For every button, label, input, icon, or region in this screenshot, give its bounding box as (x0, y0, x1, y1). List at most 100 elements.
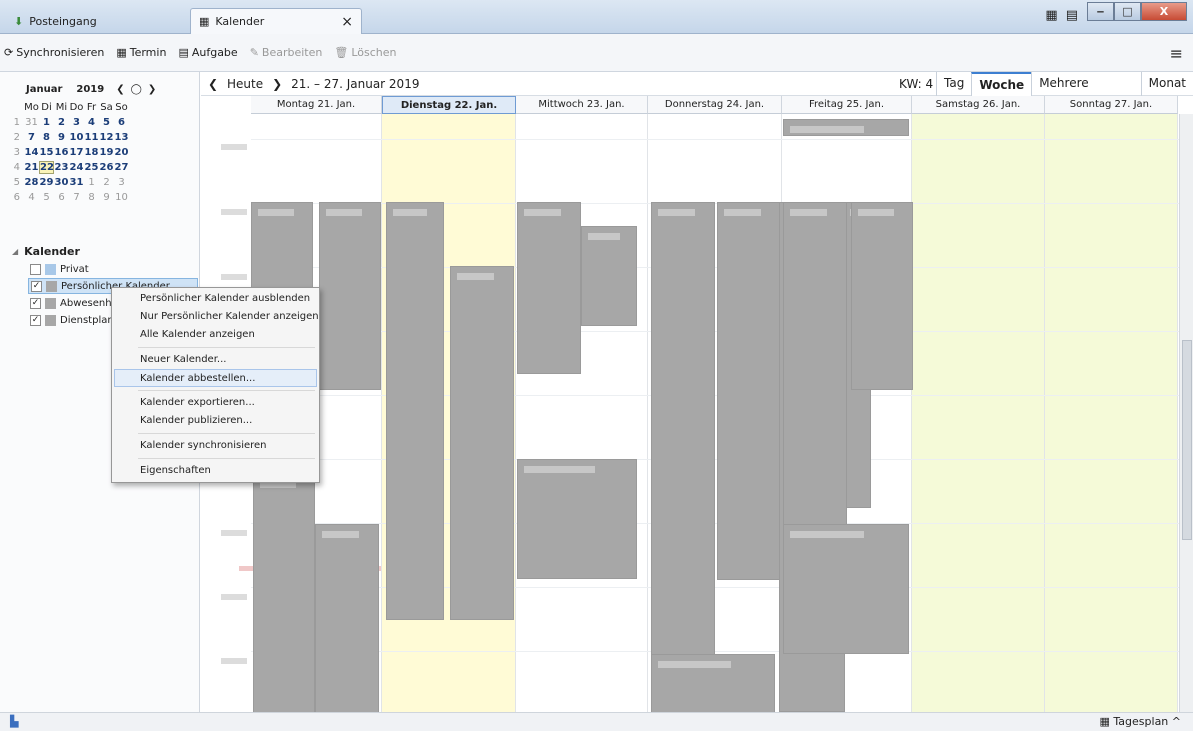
day-header[interactable]: Freitag 25. Jan. (782, 96, 912, 114)
calendar-event[interactable] (319, 202, 381, 390)
context-menu-item[interactable]: Alle Kalender anzeigen (112, 326, 319, 344)
edit-button[interactable]: ✎ Bearbeiten (250, 46, 323, 59)
calendar-event[interactable] (717, 202, 781, 580)
mini-month-day[interactable]: 17 (69, 147, 84, 158)
mini-month-day[interactable]: 22 (39, 161, 54, 174)
mini-month-day[interactable]: 1 (39, 117, 54, 128)
maximize-button[interactable]: □ (1114, 2, 1141, 21)
mini-month-day[interactable]: 5 (39, 192, 54, 203)
calendar-event[interactable] (783, 524, 909, 654)
mini-month-day[interactable]: 12 (99, 132, 114, 143)
today-button[interactable]: Heute (227, 77, 263, 91)
view-tab[interactable]: Tag (936, 72, 971, 96)
day-header[interactable]: Mittwoch 23. Jan. (516, 96, 648, 114)
calendar-checkbox[interactable] (30, 263, 41, 275)
mini-month-day[interactable]: 16 (54, 147, 69, 158)
mini-month-day[interactable]: 7 (69, 192, 84, 203)
context-menu-item[interactable]: Eigenschaften (112, 462, 319, 480)
next-month-icon[interactable]: ❯ (148, 84, 156, 95)
mini-month-day[interactable]: 5 (99, 117, 114, 128)
mini-month-day[interactable]: 19 (99, 147, 114, 158)
day-header[interactable]: Sonntag 27. Jan. (1045, 96, 1178, 114)
mini-month-day[interactable]: 9 (54, 132, 69, 143)
tab-calendar[interactable]: ▦ Kalender × (190, 8, 362, 34)
new-task-button[interactable]: ▤ Aufgabe (178, 46, 237, 59)
calendar-event[interactable] (651, 202, 715, 712)
mini-month-day[interactable]: 4 (84, 117, 99, 128)
week-grid[interactable] (201, 114, 1179, 712)
mini-month-day[interactable]: 4 (24, 192, 39, 203)
collapse-icon[interactable]: ◢ (12, 247, 18, 256)
minimize-button[interactable]: ‒ (1087, 2, 1114, 21)
calendar-event[interactable] (517, 202, 581, 374)
calendar-event[interactable] (783, 119, 909, 136)
mini-month-day[interactable]: 2 (54, 117, 69, 128)
mini-month-day[interactable]: 29 (39, 177, 54, 188)
prev-week-icon[interactable]: ❮ (205, 77, 221, 91)
hamburger-menu-icon[interactable]: ≡ (1170, 44, 1183, 63)
mini-month-day[interactable]: 9 (99, 192, 114, 203)
mini-month-day[interactable]: 2 (99, 177, 114, 188)
mini-month-day[interactable]: 26 (99, 162, 114, 173)
mini-month-day[interactable]: 31 (24, 117, 39, 128)
context-menu-item[interactable]: Kalender synchronisieren (112, 437, 319, 455)
mini-month-day[interactable]: 8 (84, 192, 99, 203)
dayplan-toggle[interactable]: ▦ Tagesplan ^ (1100, 715, 1182, 728)
calendar-item[interactable]: Privat (12, 261, 198, 277)
mini-month-day[interactable]: 10 (69, 132, 84, 143)
mini-month-day[interactable]: 23 (54, 162, 69, 173)
calendar-event[interactable] (315, 524, 379, 712)
calendar-event[interactable] (517, 459, 637, 579)
mini-month-day[interactable]: 11 (84, 132, 99, 143)
mini-month-day[interactable]: 6 (114, 117, 129, 128)
day-header[interactable]: Montag 21. Jan. (251, 96, 382, 114)
calendar-event[interactable] (581, 226, 637, 326)
mini-month-day[interactable]: 20 (114, 147, 129, 158)
mini-month-day[interactable]: 25 (84, 162, 99, 173)
context-menu-item[interactable]: Kalender publizieren... (112, 412, 319, 430)
mini-month-day[interactable]: 10 (114, 192, 129, 203)
mini-month-day[interactable]: 14 (24, 147, 39, 158)
next-week-icon[interactable]: ❯ (269, 77, 285, 91)
mini-month-day[interactable]: 24 (69, 162, 84, 173)
prev-month-icon[interactable]: ❮ (116, 84, 124, 95)
tab-close-button[interactable]: × (341, 14, 353, 30)
calendar-event[interactable] (450, 266, 514, 620)
mini-month-day[interactable]: 13 (114, 132, 129, 143)
mini-month-year[interactable]: 2019 (76, 84, 104, 95)
view-tab[interactable]: Monat (1140, 72, 1193, 96)
mini-month-day[interactable]: 3 (114, 177, 129, 188)
context-menu-item[interactable]: Kalender exportieren... (112, 394, 319, 412)
calendar-event[interactable] (253, 474, 315, 712)
sync-button[interactable]: ⟳ Synchronisieren (4, 46, 104, 59)
context-menu-item[interactable]: Neuer Kalender... (112, 351, 319, 369)
new-event-button[interactable]: ▦ Termin (116, 46, 166, 59)
mini-month-day[interactable]: 31 (69, 177, 84, 188)
context-menu-item[interactable]: Kalender abbestellen... (114, 369, 317, 387)
day-header[interactable]: Samstag 26. Jan. (912, 96, 1045, 114)
calendar-checkbox[interactable]: ✓ (30, 314, 41, 326)
mini-month-day[interactable]: 28 (24, 177, 39, 188)
day-header[interactable]: Dienstag 22. Jan. (382, 96, 516, 114)
mini-month-day[interactable]: 1 (84, 177, 99, 188)
mini-month-day[interactable]: 21 (24, 162, 39, 173)
mini-month-day[interactable]: 8 (39, 132, 54, 143)
scrollbar-thumb[interactable] (1182, 340, 1192, 540)
today-circle-icon[interactable]: ◯ (131, 84, 142, 95)
calendar-checkbox[interactable]: ✓ (30, 297, 41, 309)
mini-month-day[interactable]: 15 (39, 147, 54, 158)
close-window-button[interactable]: X (1141, 2, 1187, 21)
day-header[interactable]: Donnerstag 24. Jan. (648, 96, 782, 114)
mini-month-day[interactable]: 7 (24, 132, 39, 143)
tab-inbox[interactable]: ⬇ Posteingang (6, 8, 186, 34)
vertical-scrollbar[interactable] (1179, 114, 1193, 712)
calendar-list-header[interactable]: ◢ Kalender (12, 242, 198, 260)
context-menu-item[interactable]: Persönlicher Kalender ausblenden (112, 290, 319, 308)
calendar-event[interactable] (783, 202, 847, 528)
view-tab[interactable]: Mehrere Wochen (1031, 72, 1140, 113)
delete-button[interactable]: 🗑 Löschen (334, 46, 396, 59)
calendar-checkbox[interactable]: ✓ (31, 280, 42, 292)
view-tab[interactable]: Woche (971, 72, 1032, 96)
calendar-event[interactable] (386, 202, 444, 620)
mini-month-name[interactable]: Januar (26, 84, 62, 95)
